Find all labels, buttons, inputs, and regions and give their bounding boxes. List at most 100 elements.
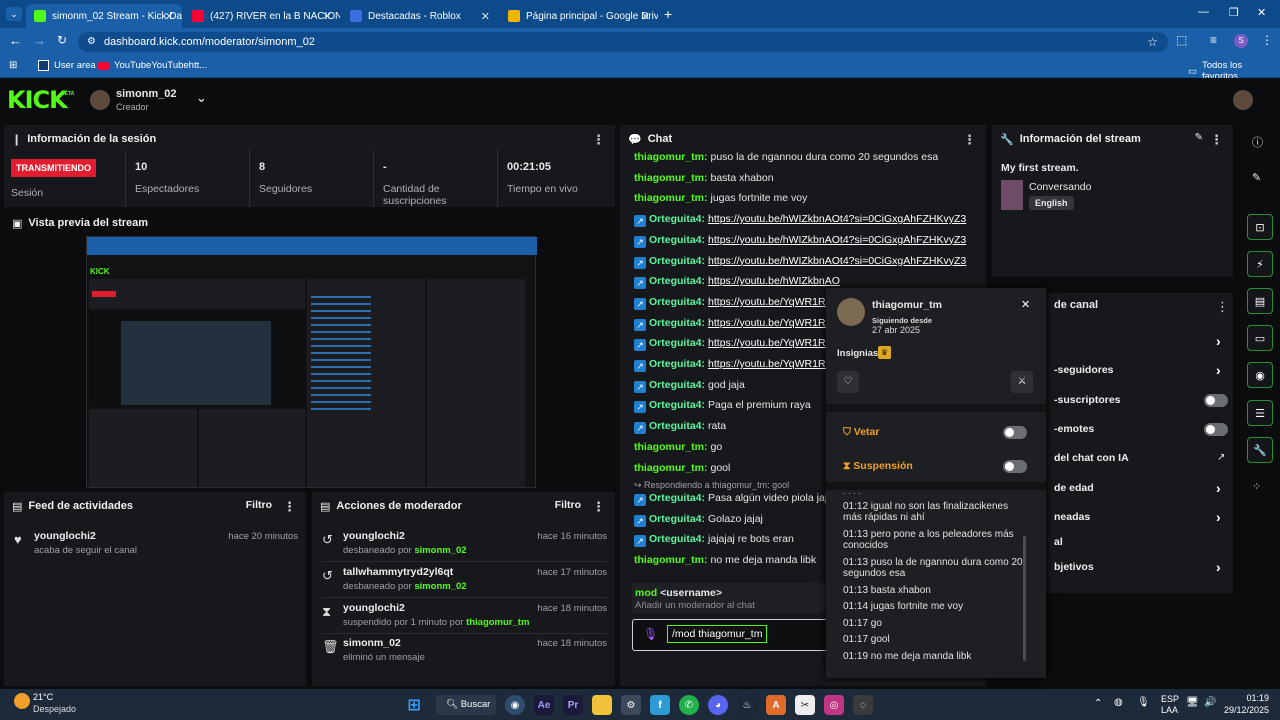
mod-action-target[interactable]: younglochi2 [343,602,405,614]
user-avatar[interactable] [1233,90,1253,110]
settings-gear-icon[interactable]: ⚙ [621,695,641,715]
chevron-right-icon[interactable]: › [1216,362,1221,378]
chat-username[interactable]: Orteguita4: [649,275,705,287]
add-widget-icon[interactable]: ⁘ [1252,480,1261,493]
mod-action-by[interactable]: thiagomur_tm [466,617,529,628]
setting-goals[interactable]: bjetivos [1054,561,1094,573]
mod-action-target[interactable]: tallwhammytryd2yl6qt [343,566,453,578]
chat-username[interactable]: Orteguita4: [649,399,705,411]
edit-pencil-icon[interactable]: ✎ [1252,171,1261,184]
new-tab-icon[interactable]: + [664,6,672,22]
clipboard-icon[interactable]: ▤ [1247,288,1273,314]
veto-toggle[interactable] [1003,426,1027,439]
tab-roblox[interactable]: Destacadas - Roblox ✕ [342,4,498,28]
user-card-name[interactable]: thiagomur_tm [872,299,942,311]
more-options-icon[interactable]: ⋮ [283,499,296,515]
bookmark-star-icon[interactable]: ☆ [1147,32,1158,52]
windows-start-icon[interactable]: ⊞ [404,695,424,715]
clock-time[interactable]: 01:19 [1229,693,1269,703]
kick-logo[interactable]: KICK [7,86,68,114]
emotes-only-toggle[interactable] [1204,423,1228,436]
weather-desc[interactable]: Despejado [33,704,76,714]
browser-menu-icon[interactable]: ⋮ [1261,33,1273,47]
setting-banned[interactable]: neadas [1054,511,1090,523]
media-control-icon[interactable]: ≡ [1210,33,1217,47]
microphone-icon[interactable]: 🎙 [643,627,658,641]
chat-username[interactable]: Orteguita4: [649,379,705,391]
chat-username[interactable]: Orteguita4: [649,296,705,308]
chat-link[interactable]: https://youtu.be/hWIZkbnAOt4?si=0CiGxgAh… [708,234,966,246]
more-options-icon[interactable]: ⋮ [1210,132,1223,148]
chat-username[interactable]: Orteguita4: [649,492,705,504]
network-icon[interactable]: 🖥 [1186,697,1199,708]
setting-ai-moderation[interactable]: del chat con IA [1054,452,1129,464]
chat-bubble-icon[interactable]: ▭ [1247,325,1273,351]
minimize-icon[interactable]: — [1198,6,1209,18]
premiere-icon[interactable]: Pr [563,695,583,715]
tab-kick[interactable]: simonm_02 Stream - Kick Dashb ✕ [26,4,182,28]
facebook-icon[interactable]: f [650,695,670,715]
bookmark-user-area[interactable]: User area [38,60,96,71]
external-link-icon[interactable]: ↗ [1217,452,1225,463]
url-field[interactable]: ⚙ dashboard.kick.com/moderator/simonm_02… [78,32,1168,52]
bookmark-youtube[interactable]: YouTubeYouTubehtt... [98,60,207,71]
chat-username[interactable]: Orteguita4: [649,358,705,370]
chrome-icon[interactable]: ◉ [505,695,525,715]
restore-icon[interactable]: ❐ [1229,6,1239,19]
activity-username[interactable]: younglochi2 [34,530,96,542]
chat-username[interactable]: thiagomur_tm: [634,462,708,474]
tab-search-button[interactable]: ⌄ [6,7,22,21]
setting-followers-only[interactable]: -seguidores [1054,364,1114,376]
chat-username[interactable]: Orteguita4: [649,513,705,525]
chat-link[interactable]: https://youtu.be/hWIZkbnAOt4?si=0CiGxgAh… [708,255,966,267]
chat-username[interactable]: Orteguita4: [649,420,705,432]
close-tab-icon[interactable]: ✕ [165,10,174,23]
instagram-icon[interactable]: ◎ [824,695,844,715]
tray-chevron-up-icon[interactable]: ⌃ [1094,698,1102,709]
close-window-icon[interactable]: ✕ [1257,6,1266,19]
chat-input[interactable]: /mod thiagomur_tm [667,625,768,643]
chevron-right-icon[interactable]: › [1216,509,1221,525]
camera-focus-icon[interactable]: ⊡ [1247,214,1273,240]
weather-temp[interactable]: 21°C [33,692,53,702]
steam-icon[interactable]: ♨ [737,695,757,715]
broadcast-icon[interactable]: ◉ [1247,362,1273,388]
chat-username[interactable]: Orteguita4: [649,234,705,246]
volume-icon[interactable]: 🔊 [1204,697,1216,708]
chat-username[interactable]: Orteguita4: [649,255,705,267]
chevron-right-icon[interactable]: › [1216,559,1221,575]
wrench-icon[interactable]: 🔧 [1247,437,1273,463]
chat-link[interactable]: https://youtu.be/YqWR1Rz7X [708,337,844,349]
chat-username[interactable]: Orteguita4: [649,533,705,545]
mod-action-by[interactable]: simonm_02 [414,545,466,556]
forward-icon[interactable]: → [33,33,46,48]
more-options-icon[interactable]: ⋮ [1216,299,1229,315]
keyboard-layout[interactable]: LAA [1161,705,1178,715]
tab-drive[interactable]: Página principal - Google Drive ✕ [500,4,658,28]
chat-username[interactable]: thiagomur_tm: [634,192,708,204]
close-tab-icon[interactable]: ✕ [641,10,650,23]
capcut-icon[interactable]: ✂ [795,695,815,715]
apps-grid-icon[interactable]: ⊞ [9,60,17,71]
close-tab-icon[interactable]: ✕ [323,10,332,23]
profile-avatar-icon[interactable]: S [1234,34,1248,48]
whatsapp-icon[interactable]: ✆ [679,695,699,715]
mod-sword-icon[interactable]: ⚔ [1011,371,1033,393]
close-tab-icon[interactable]: ✕ [481,10,490,23]
chat-username[interactable]: thiagomur_tm: [634,441,708,453]
command-suggestion[interactable]: mod <username> Añadir un moderador al ch… [632,583,830,613]
chat-username[interactable]: Orteguita4: [649,213,705,225]
history-scrollbar[interactable] [1023,536,1026,661]
mod-action-target[interactable]: younglochi2 [343,530,405,542]
chat-link[interactable]: https://youtu.be/hWIZkbnAO [708,275,840,287]
mod-action-by[interactable]: simonm_02 [414,581,466,592]
filter-button[interactable]: Filtro [246,499,272,511]
site-info-icon[interactable]: ⚙ [87,32,96,52]
reload-icon[interactable]: ↻ [57,33,67,47]
mod-action-target[interactable]: simonm_02 [343,637,401,649]
clock-date[interactable]: 29/12/2025 [1219,705,1269,715]
edit-pencil-icon[interactable]: ✎ [1195,132,1203,143]
chat-link[interactable]: https://youtu.be/hWIZkbnAOt4?si=0CiGxgAh… [708,213,966,225]
chevron-right-icon[interactable]: › [1216,333,1221,349]
chevron-right-icon[interactable]: › [1216,480,1221,496]
